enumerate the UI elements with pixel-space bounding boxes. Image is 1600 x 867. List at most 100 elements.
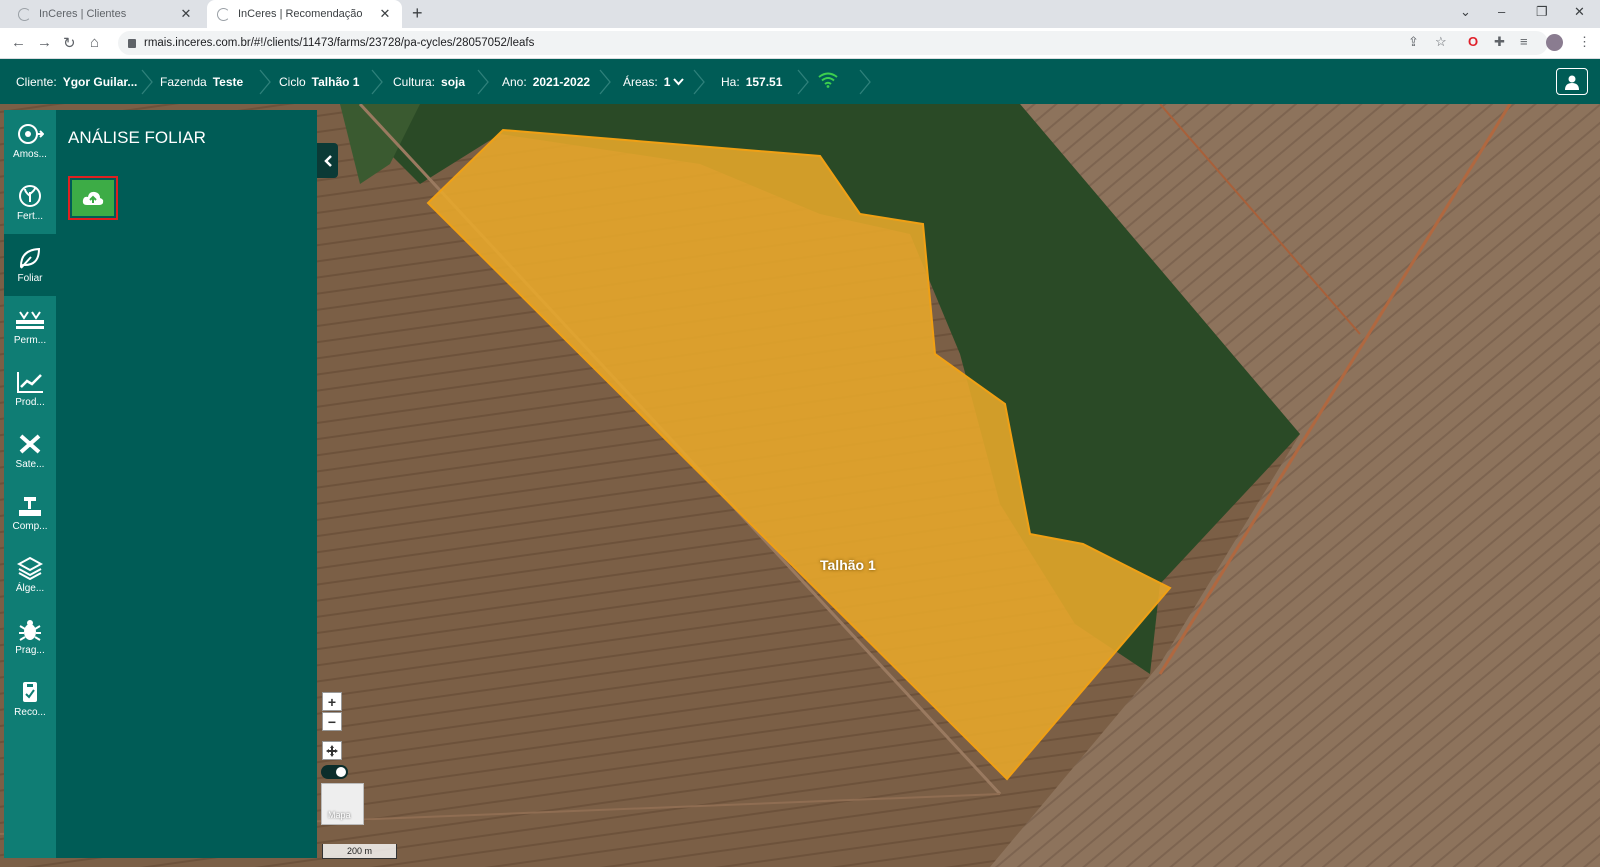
opera-extension-icon[interactable]: O — [1468, 34, 1478, 49]
cliente-label: Cliente: — [16, 74, 57, 89]
home-button[interactable]: ⌂ — [90, 34, 99, 51]
url-field[interactable]: rmais.inceres.com.br/#!/clients/11473/fa… — [118, 31, 1548, 55]
cliente-value: Ygor Guilar... — [62, 74, 138, 89]
breadcrumb-fazenda[interactable]: Fazenda Teste — [160, 59, 243, 104]
url-text: rmais.inceres.com.br/#!/clients/11473/fa… — [144, 37, 535, 49]
sidebar-item-label: Amos... — [13, 149, 47, 160]
app-header: Cliente: Ygor Guilar... Fazenda Teste Ci… — [0, 59, 1600, 104]
ano-value: 2021-2022 — [532, 74, 591, 89]
sampling-icon — [18, 124, 44, 144]
tab-clientes[interactable]: InCeres | Clientes ✕ — [8, 0, 203, 28]
sidebar-item-label: Prod... — [15, 397, 45, 408]
sidebar-item-produtividade[interactable]: Prod... — [4, 358, 56, 420]
ha-label: Ha: — [721, 74, 740, 89]
sidebar-item-foliar[interactable]: Foliar — [4, 234, 56, 296]
sidebar-item-label: Comp... — [12, 521, 48, 532]
basemap-switcher[interactable]: Mapa — [321, 783, 364, 825]
upload-button[interactable] — [72, 180, 114, 216]
tab-title: InCeres | Clientes — [39, 8, 127, 20]
sidebar-item-label: Álge... — [15, 583, 45, 594]
move-arrows-icon — [326, 744, 338, 757]
sidebar-item-label: Reco... — [14, 707, 46, 718]
upload-highlight — [68, 176, 118, 220]
tab-search-icon[interactable]: ⌄ — [1460, 4, 1471, 20]
reload-button[interactable]: ↻ — [63, 34, 76, 52]
user-icon — [1565, 75, 1579, 90]
tab-recomendacao[interactable]: InCeres | Recomendação ✕ — [207, 0, 402, 28]
sidebar-item-label: Foliar — [17, 273, 43, 284]
permanent-crop-icon — [16, 311, 44, 329]
layer-toggle[interactable] — [321, 765, 348, 779]
sidebar-item-label: Sate... — [15, 459, 45, 470]
wifi-online-icon — [818, 72, 838, 88]
breadcrumb-ano[interactable]: Ano: 2021-2022 — [502, 59, 590, 104]
bookmark-star-icon[interactable]: ☆ — [1435, 34, 1447, 50]
breadcrumb-ha: Ha: 157.51 — [721, 59, 782, 104]
sidebar-item-satelite[interactable]: Sate... — [4, 420, 56, 482]
sidebar-item-fertilidade[interactable]: Fert... — [4, 172, 56, 234]
fazenda-label: Fazenda — [160, 74, 207, 89]
ano-label: Ano: — [502, 74, 527, 89]
inceres-favicon-icon — [217, 7, 230, 21]
share-icon[interactable]: ⇪ — [1408, 34, 1419, 50]
breadcrumb-ciclo[interactable]: Ciclo Talhão 1 — [279, 59, 359, 104]
sidebar-item-label: Perm... — [13, 335, 47, 346]
areas-value: 1 — [663, 74, 671, 89]
browser-tab-bar: InCeres | Clientes ✕ InCeres | Recomenda… — [0, 0, 1600, 28]
ciclo-value: Talhão 1 — [311, 74, 360, 89]
browser-menu-icon[interactable]: ⋮ — [1578, 34, 1591, 50]
user-account-button[interactable] — [1556, 68, 1588, 95]
chevron-left-icon — [323, 154, 332, 167]
address-bar-row: ← → ↻ ⌂ rmais.inceres.com.br/#!/clients/… — [0, 28, 1600, 59]
recommendation-icon — [23, 682, 37, 702]
breadcrumb-cultura[interactable]: Cultura: soja — [393, 59, 465, 104]
profile-avatar[interactable] — [1546, 34, 1563, 51]
sidebar-item-compactacao[interactable]: Comp... — [4, 482, 56, 544]
inceres-favicon-icon — [18, 7, 31, 21]
sidebar-item-pragas[interactable]: Prag... — [4, 606, 56, 668]
tab-close-icon[interactable]: ✕ — [378, 6, 392, 22]
basemap-label: Mapa — [328, 810, 351, 820]
extensions-puzzle-icon[interactable]: ✚ — [1494, 34, 1505, 50]
chevron-down-icon — [673, 77, 685, 85]
forward-button[interactable]: → — [37, 34, 52, 51]
fertility-icon — [19, 185, 41, 207]
sidebar-item-recomendacao[interactable]: Reco... — [4, 668, 56, 730]
lock-icon — [128, 38, 136, 48]
move-pan-button[interactable] — [322, 741, 342, 760]
breadcrumb-cliente[interactable]: Cliente: Ygor Guilar... — [16, 59, 137, 104]
chevron-separator-icon — [859, 69, 871, 95]
panel-title: ANÁLISE FOLIAR — [68, 128, 206, 147]
chevron-separator-icon — [797, 69, 809, 95]
collapse-panel-button[interactable] — [317, 143, 338, 178]
zoom-in-button[interactable]: + — [322, 692, 342, 711]
chevron-separator-icon — [693, 69, 705, 95]
zoom-out-button[interactable]: − — [322, 712, 342, 731]
breadcrumb-areas-dropdown[interactable]: Áreas: 1 — [623, 59, 685, 104]
chevron-separator-icon — [141, 69, 153, 95]
sidebar-item-permanente[interactable]: Perm... — [4, 296, 56, 358]
chevron-separator-icon — [477, 69, 489, 95]
sidebar-item-amostragem[interactable]: Amos... — [4, 110, 56, 172]
back-button[interactable]: ← — [11, 34, 26, 51]
plot-label: Talhão 1 — [820, 557, 876, 573]
fazenda-value: Teste — [212, 74, 244, 89]
cultura-value: soja — [441, 74, 466, 89]
minimize-button[interactable]: – — [1498, 4, 1505, 19]
bug-icon — [19, 620, 41, 641]
restore-button[interactable]: ❐ — [1536, 4, 1548, 20]
analise-foliar-panel: ANÁLISE FOLIAR — [56, 110, 317, 858]
compaction-icon — [19, 497, 41, 516]
tab-title: InCeres | Recomendação — [238, 8, 363, 20]
sidebar-item-label: Prag... — [15, 645, 45, 656]
ciclo-label: Ciclo — [279, 74, 306, 89]
media-queue-icon[interactable]: ≡ — [1520, 34, 1528, 49]
areas-label: Áreas: — [623, 74, 658, 89]
new-tab-button[interactable]: + — [412, 3, 423, 24]
scale-bar: 200 m — [322, 844, 397, 859]
module-sidebar: Amos... Fert... Foliar Perm... Prod... S… — [4, 110, 56, 858]
leaf-icon — [19, 247, 41, 269]
sidebar-item-algebra[interactable]: Álge... — [4, 544, 56, 606]
close-window-button[interactable]: ✕ — [1574, 4, 1585, 20]
tab-close-icon[interactable]: ✕ — [179, 6, 193, 22]
